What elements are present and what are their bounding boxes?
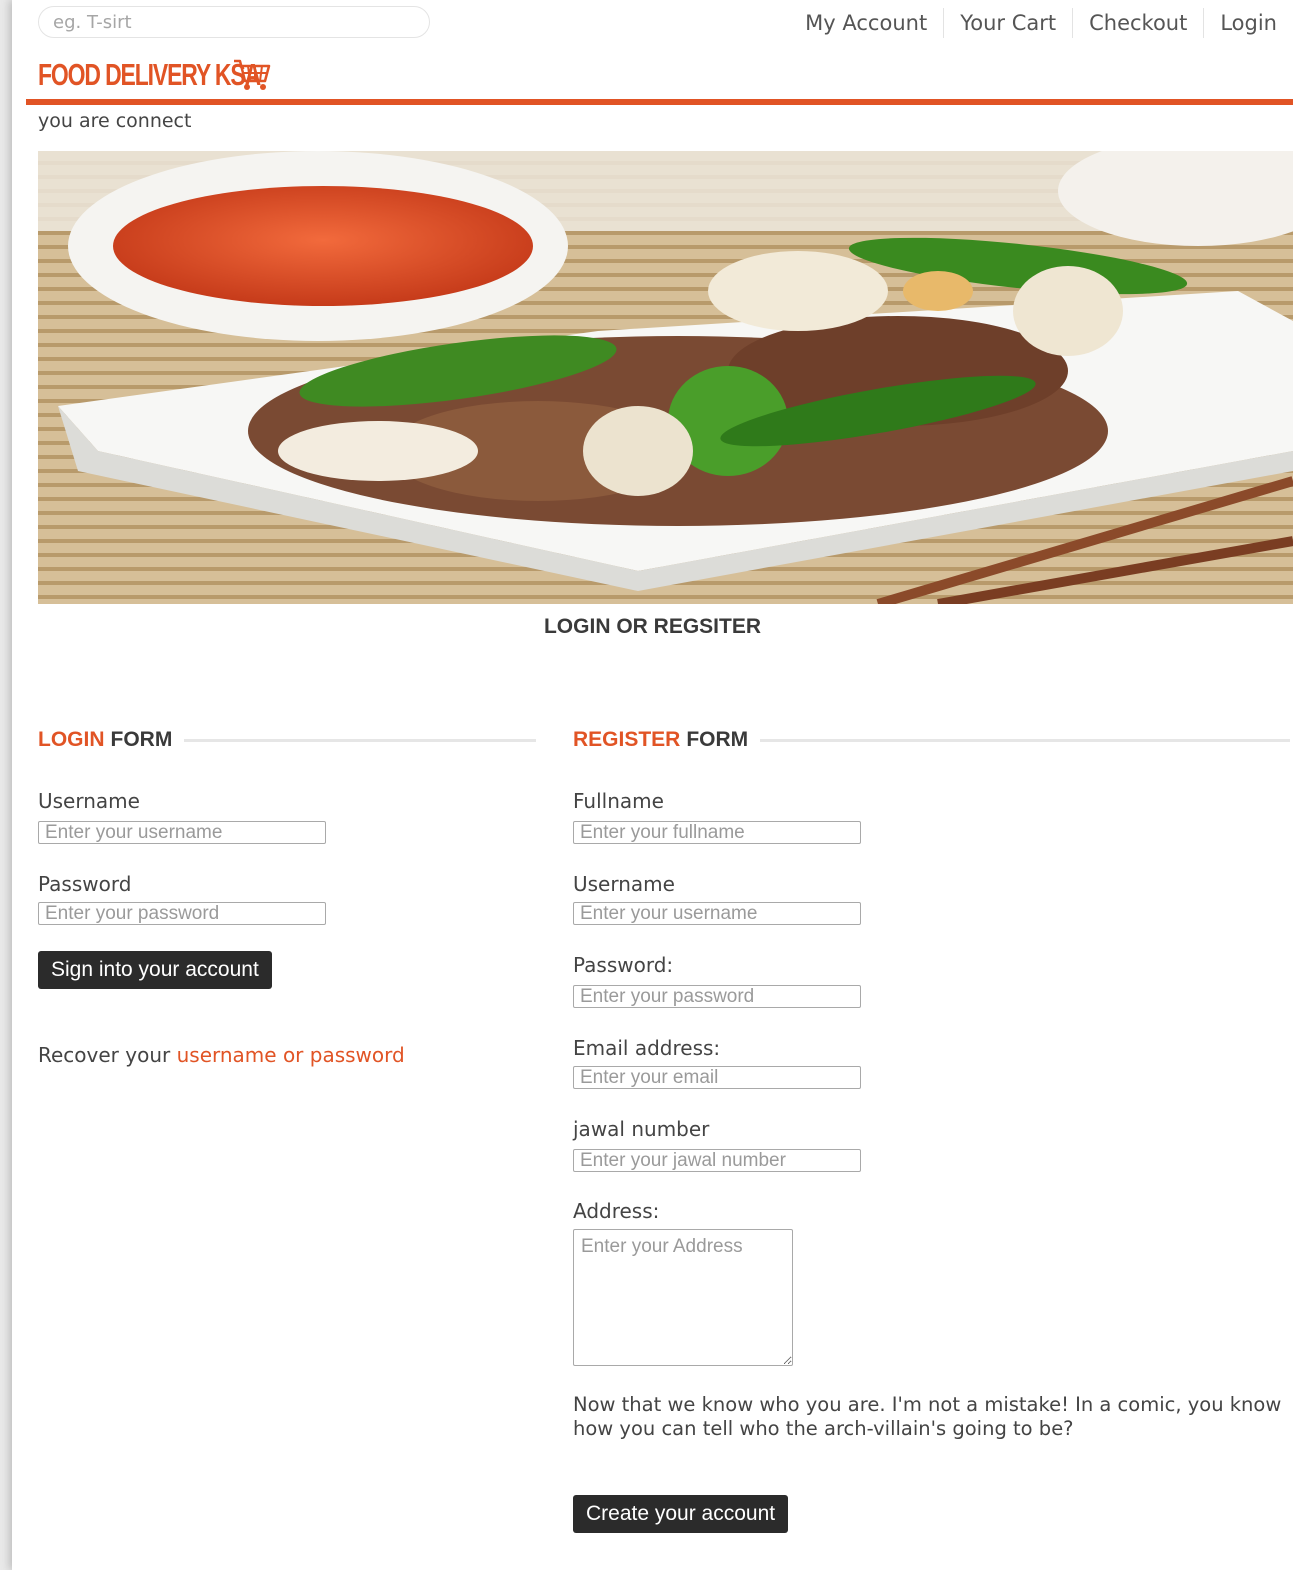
register-jawal-label: jawal number — [573, 1117, 710, 1141]
login-username-label: Username — [38, 789, 140, 813]
recover-link[interactable]: username or password — [177, 1043, 405, 1067]
nav-my-account[interactable]: My Account — [789, 8, 943, 38]
register-password-label: Password: — [573, 953, 674, 977]
register-email-label: Email address: — [573, 1036, 721, 1060]
nav-your-cart[interactable]: Your Cart — [943, 8, 1072, 38]
login-heading-divider — [184, 738, 537, 742]
register-username-label: Username — [573, 872, 675, 896]
page: My Account Your Cart Checkout Login FOOD… — [12, 0, 1293, 1570]
register-heading-accent: REGISTER — [573, 728, 681, 751]
shopping-cart-icon — [234, 59, 271, 90]
register-form-heading: REGISTER FORM — [573, 728, 1291, 752]
register-username-input[interactable] — [573, 902, 861, 925]
register-jawal-input[interactable] — [573, 1149, 861, 1172]
register-address-label: Address: — [573, 1199, 660, 1223]
sign-in-button[interactable]: Sign into your account — [38, 951, 272, 989]
register-note: Now that we know who you are. I'm not a … — [573, 1393, 1282, 1440]
login-password-input[interactable] — [38, 902, 326, 925]
register-fullname-input[interactable] — [573, 821, 861, 844]
logo-text: FOOD DELIVERY KSA — [38, 57, 261, 92]
login-form-heading: LOGIN FORM — [38, 728, 537, 752]
recover-text: Recover your username or password — [38, 1043, 405, 1067]
food-plate-illustration — [38, 151, 1293, 604]
hero-image — [38, 151, 1293, 604]
header-divider — [26, 99, 1293, 105]
connection-status: you are connect — [38, 110, 192, 132]
create-account-button[interactable]: Create your account — [573, 1495, 789, 1533]
login-heading-rest: FORM — [110, 728, 173, 751]
nav-checkout[interactable]: Checkout — [1072, 8, 1203, 38]
login-heading-accent: LOGIN — [38, 728, 105, 751]
recover-prefix: Recover your — [38, 1043, 171, 1067]
nav-login[interactable]: Login — [1203, 8, 1293, 38]
top-bar: My Account Your Cart Checkout Login — [12, 0, 1293, 48]
register-address-textarea[interactable] — [573, 1229, 793, 1366]
page-title: LOGIN OR REGSITER — [543, 615, 761, 638]
logo[interactable]: FOOD DELIVERY KSA — [38, 55, 300, 95]
register-fullname-label: Fullname — [573, 789, 664, 813]
search-input[interactable] — [38, 6, 430, 38]
register-email-input[interactable] — [573, 1066, 861, 1089]
register-heading-divider — [760, 738, 1291, 742]
register-password-input[interactable] — [573, 985, 861, 1008]
register-heading-rest: FORM — [686, 728, 749, 751]
login-username-input[interactable] — [38, 821, 326, 844]
top-nav: My Account Your Cart Checkout Login — [789, 8, 1293, 38]
login-password-label: Password — [38, 872, 132, 896]
